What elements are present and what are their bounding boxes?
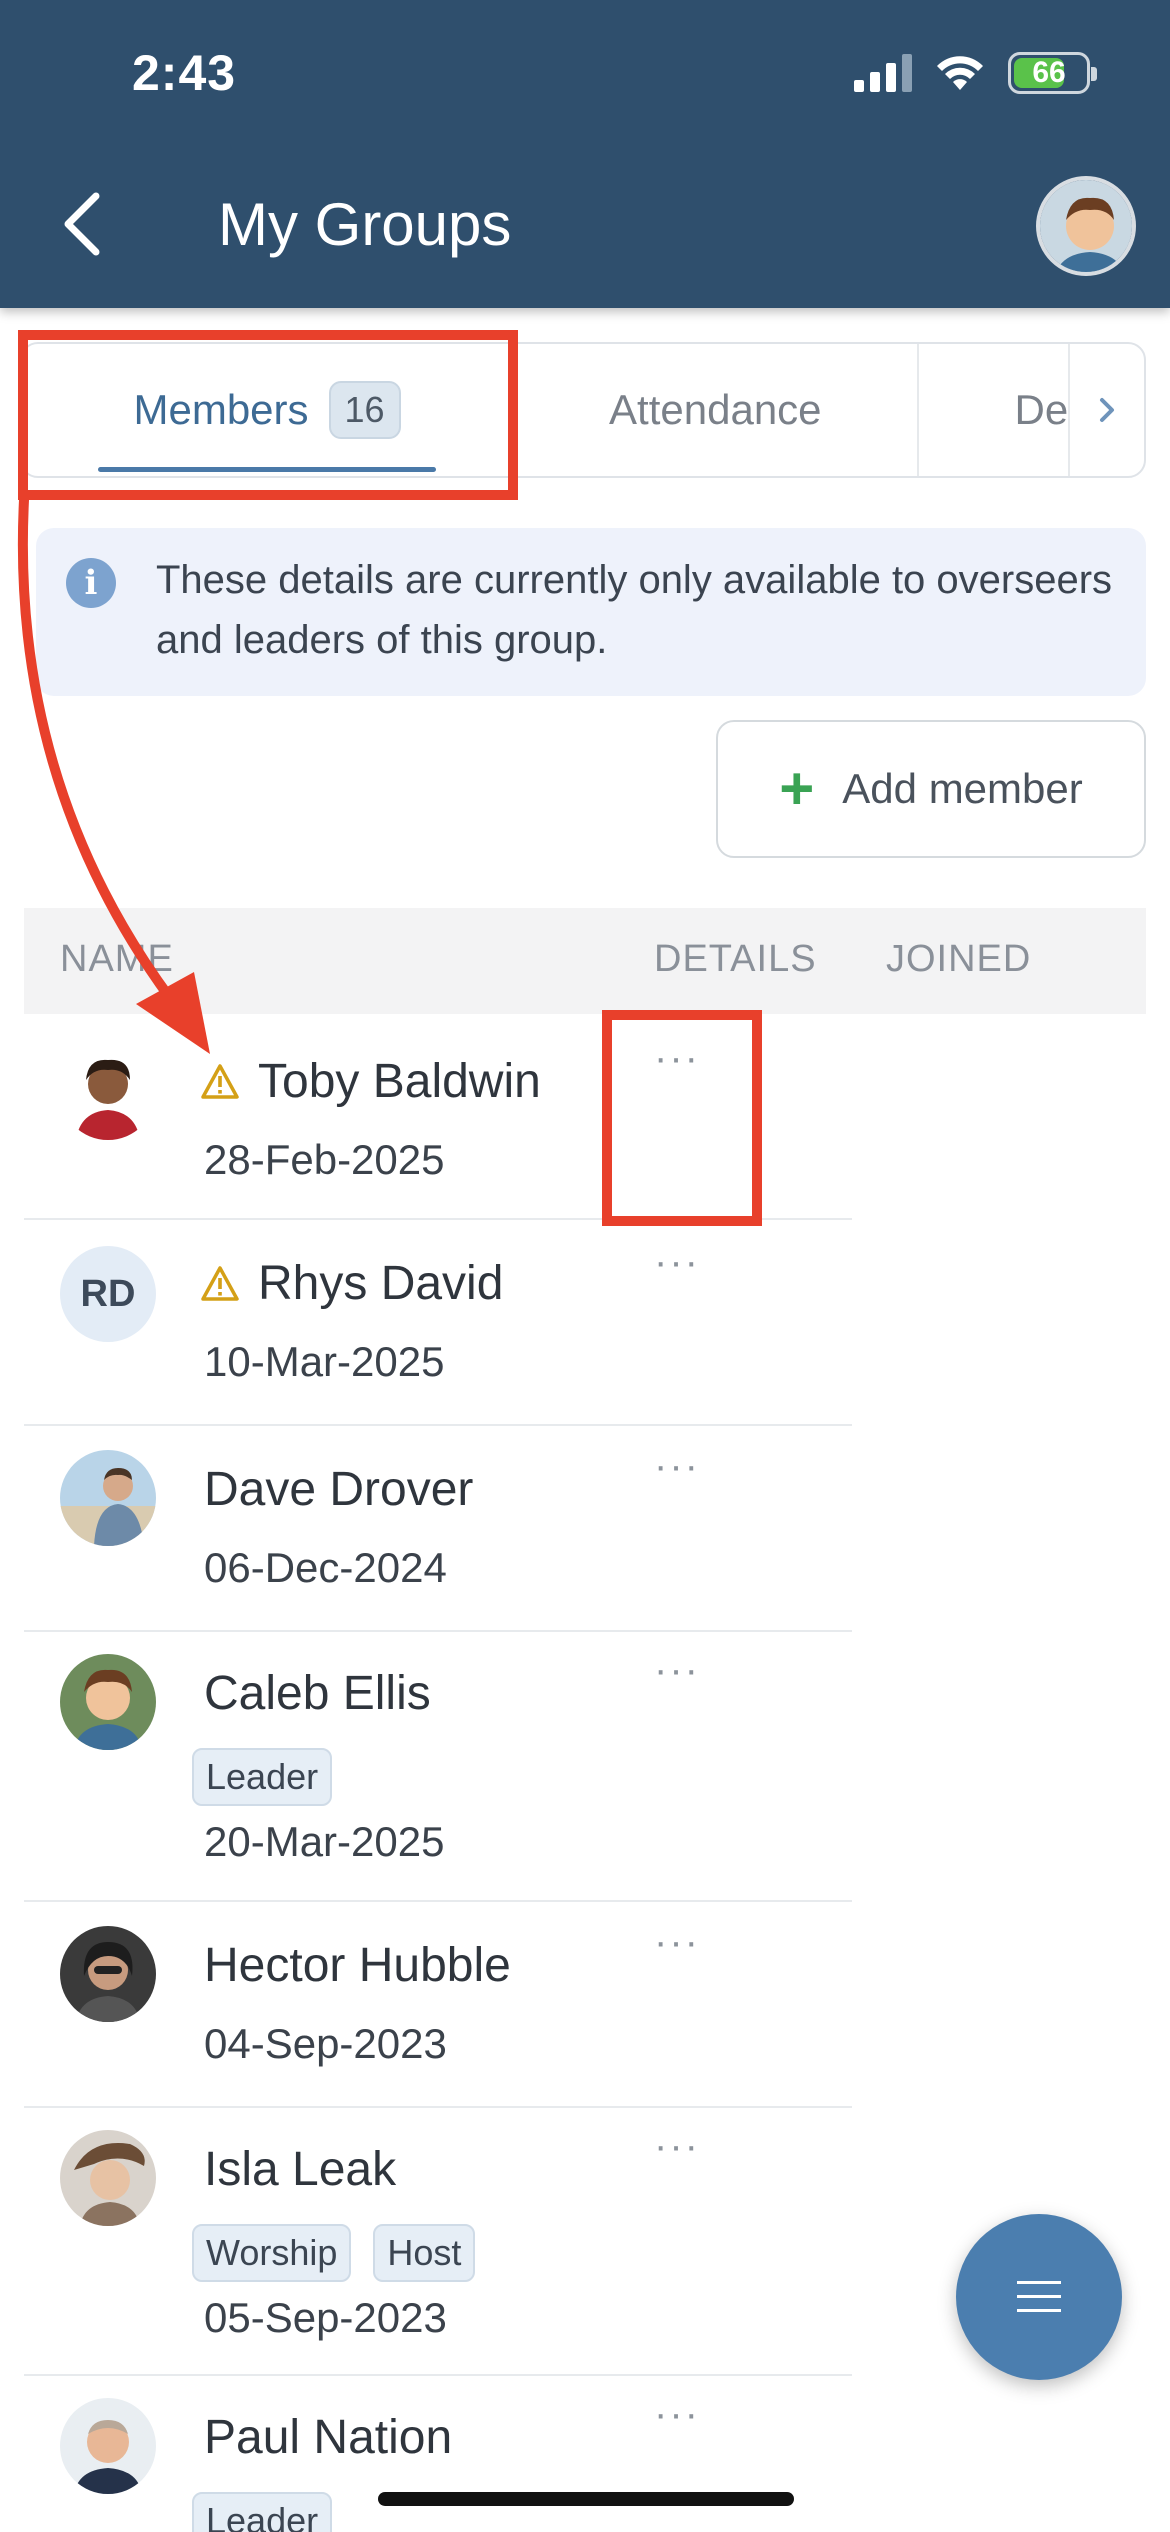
member-name-text[interactable]: Paul Nation [204,2410,452,2465]
role-tags: Leader [192,1748,333,1806]
profile-avatar[interactable] [1036,176,1136,276]
annotation-highlight-tab [18,330,518,500]
avatar [60,1044,156,1140]
joined-date: 20-Mar-2025 [204,1818,445,1865]
member-name-text[interactable]: Rhys David [258,1256,503,1311]
page-title: My Groups [218,191,512,258]
tab-scroll-right-button[interactable] [1068,344,1144,476]
more-options-button[interactable]: ··· [654,2394,700,2434]
signal-icon [854,54,912,92]
tab-attendance-label: Attendance [609,386,822,433]
battery-level: 66 [1032,56,1066,89]
member-name: Rhys David [200,1256,503,1311]
member-name-text[interactable]: Toby Baldwin [258,1054,541,1109]
role-tags: Leader [192,2492,333,2532]
more-options-button[interactable]: ··· [654,2126,700,2166]
battery-icon: 66 [1008,52,1097,94]
more-options-button[interactable]: ··· [654,1922,700,1962]
add-member-label: Add member [842,765,1083,812]
status-icons: 66 [854,52,1097,94]
menu-fab-button[interactable] [956,2214,1122,2380]
table-row[interactable]: RD Rhys David 10-Mar-2025 ··· [24,1220,852,1426]
column-details: DETAILS [654,938,817,980]
wifi-icon [937,56,983,90]
info-text: These details are currently only availab… [156,558,1113,662]
joined-date: 06-Dec-2024 [204,1544,447,1591]
tab-details[interactable]: De [919,344,1069,476]
member-name-text[interactable]: Dave Drover [204,1462,473,1517]
role-tag: Leader [192,1748,333,1806]
avatar [60,1654,156,1750]
table-header: NAME DETAILS JOINED [24,908,1146,1014]
role-tags: Worship Host [192,2224,476,2282]
add-member-button[interactable]: + Add member [716,720,1146,858]
table-row[interactable]: Dave Drover 06-Dec-2024 ··· [24,1426,852,1632]
plus-icon: + [779,755,815,822]
more-options-button[interactable]: ··· [654,1242,700,1282]
joined-date: 10-Mar-2025 [204,1338,445,1385]
member-name: Caleb Ellis [204,1666,431,1721]
annotation-highlight-details [602,1010,762,1226]
member-name-text[interactable]: Isla Leak [204,2142,396,2197]
table-row[interactable]: Caleb Ellis Leader 20-Mar-2025 ··· [24,1632,852,1902]
role-tag: Leader [192,2492,333,2532]
tab-details-label: De [1014,386,1069,433]
more-options-button[interactable]: ··· [654,1446,700,1486]
chevron-right-icon [1100,398,1115,422]
member-name: Dave Drover [204,1462,473,1517]
member-name-text[interactable]: Caleb Ellis [204,1666,431,1721]
avatar-initials: RD [60,1246,156,1342]
status-time: 2:43 [132,45,237,101]
member-name: Hector Hubble [204,1938,511,1993]
column-name: NAME [60,938,174,980]
member-name: Isla Leak [204,2142,396,2197]
member-name-text[interactable]: Hector Hubble [204,1938,511,1993]
app-header: 2:43 66 My Groups [0,0,1170,308]
more-options-button[interactable]: ··· [654,1650,700,1690]
avatar [60,1450,156,1546]
back-button[interactable] [52,184,112,264]
tab-attendance[interactable]: Attendance [514,344,919,476]
joined-date: 05-Sep-2023 [204,2294,447,2341]
role-tag: Host [373,2224,476,2282]
info-icon: i [66,558,116,608]
table-row[interactable]: Isla Leak Worship Host 05-Sep-2023 ··· [24,2108,852,2376]
role-tag: Worship [192,2224,352,2282]
table-row[interactable]: Paul Nation Leader ··· [24,2376,852,2532]
avatar [60,2398,156,2494]
chevron-left-icon [64,192,100,256]
info-notice: i These details are currently only avail… [36,528,1146,696]
joined-date: 28-Feb-2025 [204,1136,445,1183]
table-row[interactable]: Hector Hubble 04-Sep-2023 ··· [24,1902,852,2108]
column-joined: JOINED [886,938,1032,980]
member-name: Toby Baldwin [200,1054,541,1109]
member-name: Paul Nation [204,2410,452,2465]
avatar [60,1926,156,2022]
warning-icon [201,1063,239,1099]
menu-icon [1017,2281,1061,2312]
home-indicator [378,2492,794,2506]
warning-icon [201,1265,239,1301]
avatar [60,2130,156,2226]
joined-date: 04-Sep-2023 [204,2020,447,2067]
